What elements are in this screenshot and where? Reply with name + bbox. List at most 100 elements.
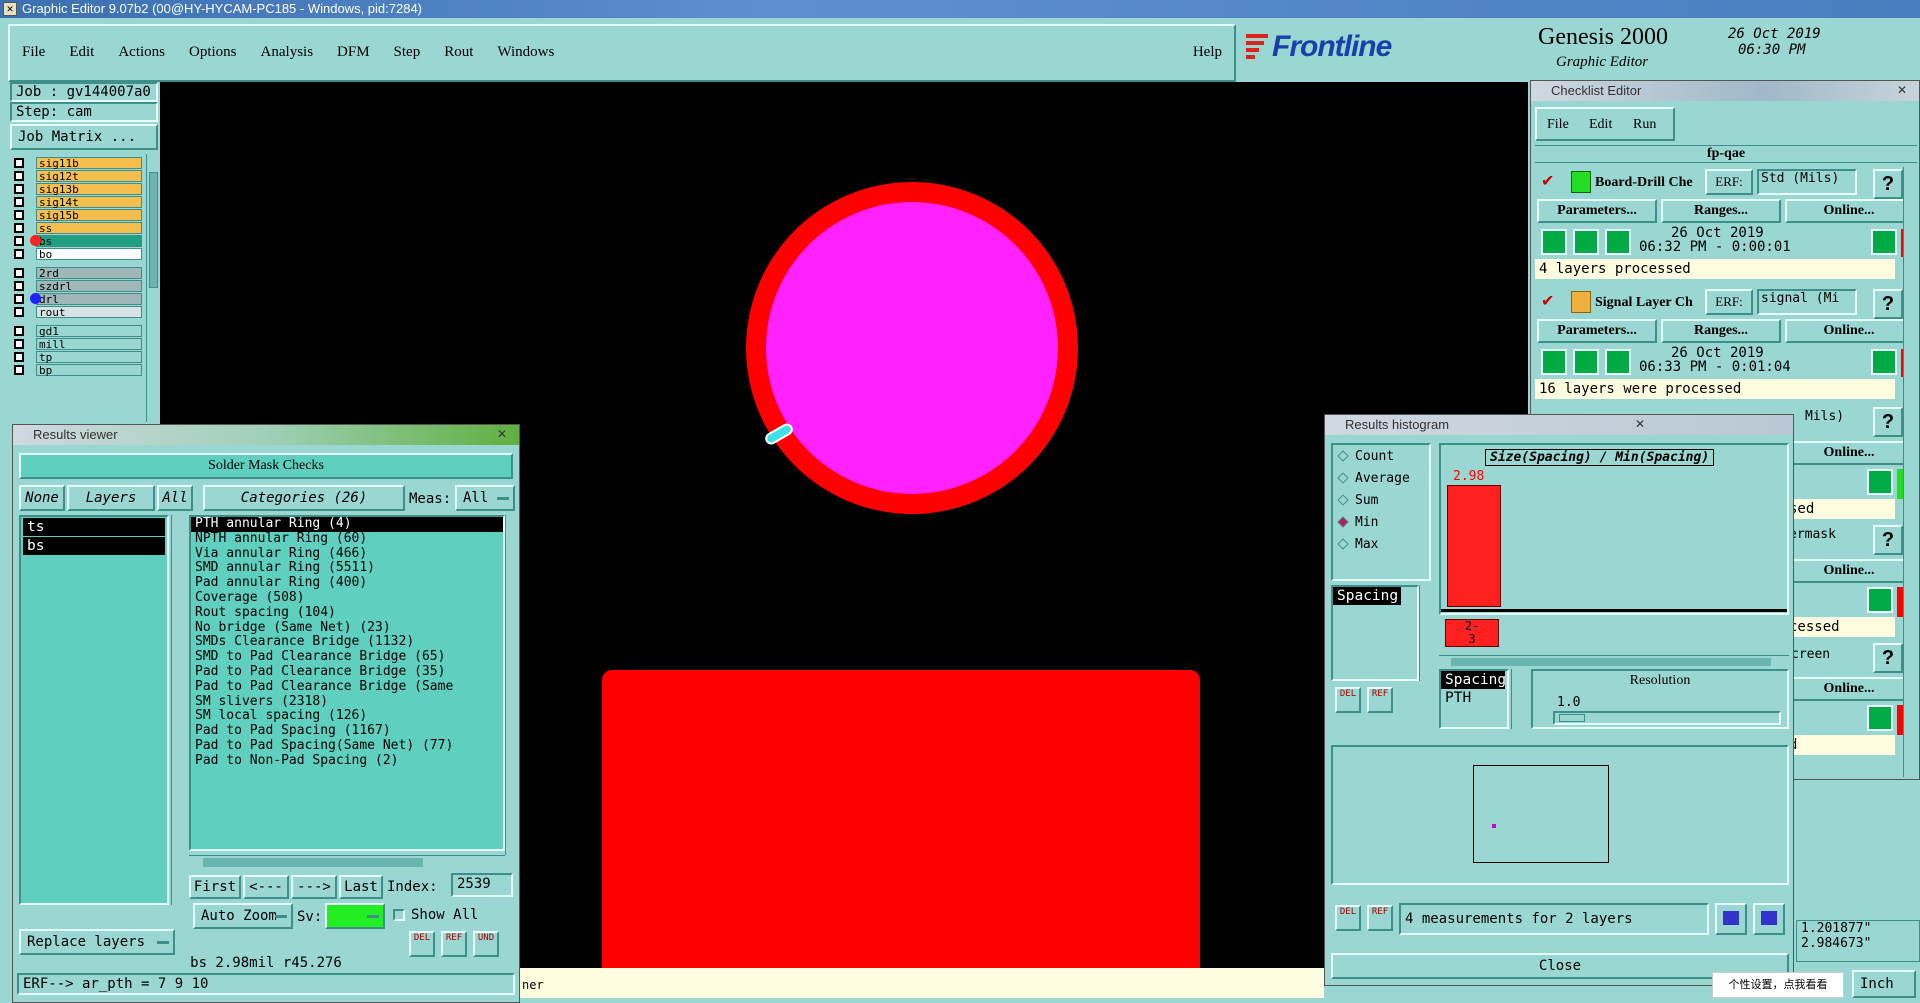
measure-list-item[interactable]: Spacing <box>1333 587 1401 605</box>
zoom-icon[interactable] <box>1871 229 1897 255</box>
category-item[interactable]: PTH annular Ring (4) <box>191 516 503 532</box>
measure-sublist-scrollbar[interactable] <box>1511 669 1525 729</box>
run-icon[interactable] <box>1541 229 1567 255</box>
layer-name[interactable]: sig13b <box>36 182 142 195</box>
layer-name[interactable]: 2rd <box>36 266 142 279</box>
layer-row[interactable]: drl <box>14 292 142 305</box>
zoom-icon[interactable] <box>1867 469 1893 495</box>
all-button[interactable]: All <box>157 485 193 511</box>
close-icon[interactable]: ✕ <box>1629 417 1651 433</box>
job-matrix-button[interactable]: Job Matrix ... <box>10 124 158 150</box>
layer-name[interactable]: ss <box>36 221 142 234</box>
units-dropdown[interactable]: Inch <box>1852 970 1916 998</box>
category-item[interactable]: No bridge (Same Net) (23) <box>191 620 503 636</box>
category-item[interactable]: SM slivers (2318) <box>191 694 503 710</box>
ime-tooltip[interactable]: 个性设置，点我看看 <box>1712 972 1844 998</box>
layer-name[interactable]: drl <box>36 292 142 305</box>
measure-list[interactable]: Spacing <box>1331 585 1419 681</box>
layer-checkbox[interactable] <box>14 196 24 207</box>
erf-button[interactable]: ERF: <box>1705 169 1753 195</box>
layer-row[interactable]: sig11b <box>14 156 142 169</box>
checkmark-icon[interactable]: ✔ <box>1541 171 1554 191</box>
layer-name[interactable]: szdrl <box>36 279 142 292</box>
layer-name[interactable]: bo <box>36 247 142 260</box>
auto-zoom-dropdown[interactable]: Auto Zoom <box>193 903 293 929</box>
layer-results-list[interactable]: ts bs <box>19 515 169 905</box>
layer-results-scrollbar[interactable] <box>171 515 185 905</box>
next-button[interactable]: ---> <box>291 875 337 899</box>
categories-button[interactable]: Categories (26) <box>203 485 405 511</box>
zoom-icon[interactable] <box>1867 705 1893 731</box>
layer-name[interactable]: sig11b <box>36 156 142 169</box>
layer-checkbox[interactable] <box>14 364 24 375</box>
menu-analysis[interactable]: Analysis <box>261 44 314 61</box>
bar-range-label[interactable]: 2- 3 <box>1445 619 1499 647</box>
category-item[interactable]: NPTH annular Ring (60) <box>191 531 503 547</box>
layer-checkbox[interactable] <box>14 183 24 194</box>
show-all-checkbox[interactable] <box>393 909 405 921</box>
layer-checkbox[interactable] <box>14 306 24 317</box>
layer-checkbox[interactable] <box>14 222 24 233</box>
ranges-button[interactable]: Ranges... <box>1661 319 1781 343</box>
run-icon[interactable] <box>1541 349 1567 375</box>
category-item[interactable]: Pad to Pad Spacing(Same Net) (77) <box>191 738 503 754</box>
refresh-icon[interactable]: REF <box>1367 905 1393 931</box>
run-stop-icon[interactable] <box>1605 229 1631 255</box>
ranges-button[interactable]: Ranges... <box>1661 199 1781 223</box>
replace-layers-dropdown[interactable]: Replace layers <box>19 929 175 955</box>
zoom-icon[interactable] <box>1871 349 1897 375</box>
online-button[interactable]: Online... <box>1785 441 1913 465</box>
layer-row[interactable]: gd1 <box>14 324 142 337</box>
close-icon[interactable]: ✕ <box>1891 83 1913 99</box>
layer-name[interactable]: gd1 <box>36 324 142 337</box>
first-button[interactable]: First <box>189 875 241 899</box>
layer-row[interactable]: sig15b <box>14 208 142 221</box>
checklist-menu-edit[interactable]: Edit <box>1589 117 1612 133</box>
online-button[interactable]: Online... <box>1785 199 1913 223</box>
layer-checkbox[interactable] <box>14 325 24 336</box>
menu-windows[interactable]: Windows <box>497 44 554 61</box>
export-icon[interactable] <box>1715 903 1747 935</box>
index-input[interactable]: 2539 <box>451 873 513 897</box>
layer-name[interactable]: sig12t <box>36 169 142 182</box>
online-button[interactable]: Online... <box>1785 677 1913 701</box>
menu-rout[interactable]: Rout <box>444 44 473 61</box>
checklist-item-label[interactable]: Signal Layer Ch <box>1595 295 1693 311</box>
layer-name[interactable]: rout <box>36 305 142 318</box>
checklist-item-label[interactable]: Board-Drill Che <box>1595 175 1693 191</box>
help-button[interactable]: ? <box>1873 289 1903 319</box>
menu-actions[interactable]: Actions <box>118 44 165 61</box>
menu-file[interactable]: File <box>22 44 45 61</box>
print-icon[interactable] <box>1753 903 1785 935</box>
copper-rectangle[interactable] <box>602 670 1200 968</box>
measure-sublist-item[interactable]: PTH <box>1441 689 1507 707</box>
layer-row[interactable]: rout <box>14 305 142 318</box>
histogram-hscrollbar[interactable] <box>1439 655 1789 667</box>
checkmark-icon[interactable]: ✔ <box>1541 291 1554 311</box>
menu-help-item[interactable]: Help <box>1193 44 1222 61</box>
meas-dropdown[interactable]: All <box>455 485 515 511</box>
parameters-button[interactable]: Parameters... <box>1537 319 1657 343</box>
parameters-button[interactable]: Parameters... <box>1537 199 1657 223</box>
layer-row[interactable]: sig13b <box>14 182 142 195</box>
layer-checkbox[interactable] <box>14 351 24 362</box>
layer-name[interactable]: sig14t <box>36 195 142 208</box>
erf-value[interactable]: Std (Mils) <box>1757 169 1857 195</box>
category-item[interactable]: Via annular Ring (466) <box>191 546 503 562</box>
layer-row[interactable]: bs <box>14 234 142 247</box>
layer-checkbox[interactable] <box>14 170 24 181</box>
layer-checkbox[interactable] <box>14 157 24 168</box>
menu-dfm[interactable]: DFM <box>337 44 370 61</box>
category-item[interactable]: Pad to Pad Clearance Bridge (Same <box>191 679 503 695</box>
measure-sublist-item[interactable]: Spacing <box>1441 671 1506 689</box>
layer-name[interactable]: sig15b <box>36 208 142 221</box>
checklist-scrollbar[interactable] <box>1903 167 1917 777</box>
help-button[interactable]: ? <box>1873 525 1903 555</box>
run-stop-icon[interactable] <box>1605 349 1631 375</box>
layers-button[interactable]: Layers <box>67 485 155 511</box>
checklist-menu-file[interactable]: File <box>1547 117 1569 133</box>
online-button[interactable]: Online... <box>1785 319 1913 343</box>
last-button[interactable]: Last <box>339 875 383 899</box>
online-button[interactable]: Online... <box>1785 559 1913 583</box>
zoom-icon[interactable] <box>1867 587 1893 613</box>
